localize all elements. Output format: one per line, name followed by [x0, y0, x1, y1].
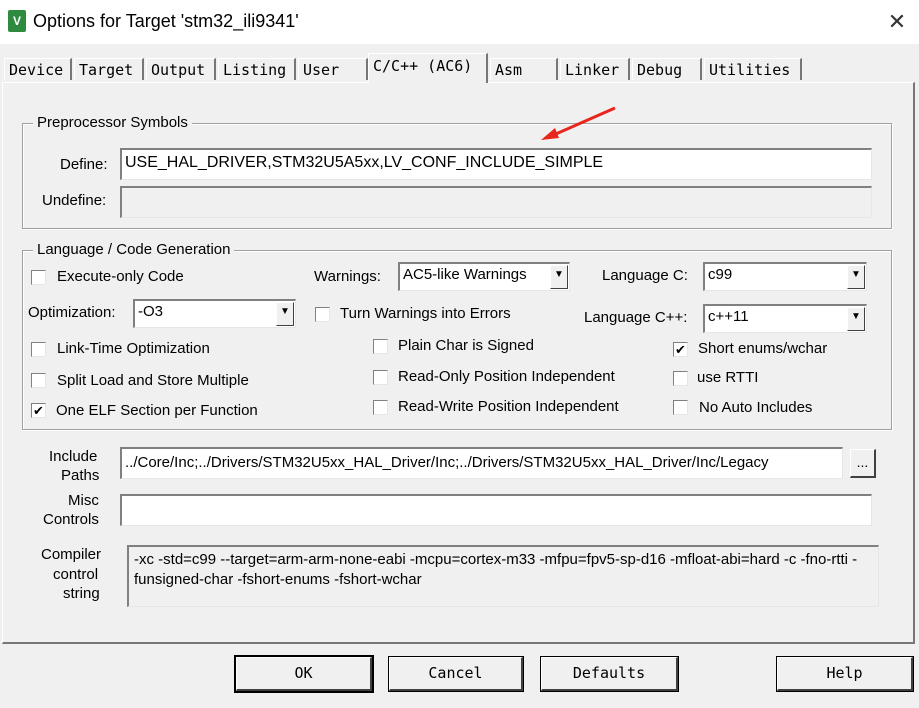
warnings-value: AC5-like Warnings — [403, 266, 527, 283]
tab-linker[interactable]: Linker — [560, 58, 630, 80]
controls-label: Controls — [43, 511, 99, 528]
undefine-input[interactable] — [120, 186, 872, 218]
include-paths-input[interactable]: ../Core/Inc;../Drivers/STM32U5xx_HAL_Dri… — [120, 447, 843, 479]
rw-pi-checkbox[interactable] — [373, 400, 388, 415]
one-elf-checkbox[interactable]: ✔ — [31, 403, 46, 418]
no-auto-includes-checkbox[interactable] — [673, 400, 688, 415]
cancel-button[interactable]: Cancel — [388, 656, 524, 692]
tab-asm[interactable]: Asm — [490, 58, 558, 80]
no-auto-includes-label: No Auto Includes — [699, 399, 813, 416]
browse-button[interactable]: ... — [850, 449, 876, 478]
annotation-arrow — [541, 106, 616, 140]
title-bar: V Options for Target 'stm32_ili9341' ✕ — [0, 0, 919, 44]
tab-user[interactable]: User — [298, 58, 368, 80]
window-title: Options for Target 'stm32_ili9341' — [33, 11, 299, 31]
language-cpp-label: Language C++: — [584, 309, 688, 326]
execute-only-label: Execute-only Code — [57, 268, 184, 285]
tab-listing[interactable]: Listing — [218, 58, 296, 80]
tab-debug[interactable]: Debug — [632, 58, 702, 80]
language-c-value: c99 — [708, 266, 733, 283]
optimization-value: -O3 — [138, 303, 164, 320]
misc-controls-input[interactable] — [120, 494, 872, 526]
language-cpp-select[interactable]: c++11 ▼ — [703, 304, 867, 333]
compiler-label: Compiler — [41, 546, 102, 563]
compiler-control-string: -xc -std=c99 --target=arm-arm-none-eabi … — [127, 545, 879, 607]
language-c-select[interactable]: c99 ▼ — [703, 262, 867, 291]
tab-device[interactable]: Device — [4, 58, 72, 80]
tab-utilities[interactable]: Utilities — [704, 58, 802, 80]
close-icon[interactable]: ✕ — [880, 6, 914, 38]
chevron-down-icon: ▼ — [847, 265, 865, 289]
chevron-down-icon: ▼ — [550, 265, 568, 289]
optimization-select[interactable]: -O3 ▼ — [133, 299, 296, 328]
include-label: Include — [49, 448, 98, 465]
tab-target[interactable]: Target — [74, 58, 144, 80]
ro-pi-checkbox[interactable] — [373, 370, 388, 385]
use-rtti-label: use RTTI — [697, 369, 759, 386]
link-time-checkbox[interactable] — [31, 342, 46, 357]
one-elf-label: One ELF Section per Function — [56, 402, 258, 419]
ok-button[interactable]: OK — [234, 655, 374, 693]
optimization-label: Optimization: — [28, 304, 116, 321]
warnings-select[interactable]: AC5-like Warnings ▼ — [398, 262, 570, 291]
split-load-label: Split Load and Store Multiple — [57, 372, 249, 389]
plain-char-checkbox[interactable] — [373, 339, 388, 354]
paths-label: Paths — [61, 467, 100, 484]
help-button[interactable]: Help — [776, 656, 914, 692]
misc-label: Misc — [68, 492, 99, 509]
language-group-title: Language / Code Generation — [33, 241, 235, 258]
tab-cpp-ac6[interactable]: C/C++ (AC6) — [368, 53, 488, 83]
tab-output[interactable]: Output — [146, 58, 216, 80]
short-enums-label: Short enums/wchar — [698, 340, 828, 357]
link-time-label: Link-Time Optimization — [57, 340, 210, 357]
chevron-down-icon: ▼ — [276, 302, 294, 326]
define-label: Define: — [60, 156, 108, 173]
split-load-checkbox[interactable] — [31, 373, 46, 388]
ro-pi-label: Read-Only Position Independent — [398, 368, 615, 385]
language-cpp-value: c++11 — [708, 308, 749, 325]
plain-char-label: Plain Char is Signed — [398, 337, 534, 354]
language-c-label: Language C: — [602, 267, 688, 284]
define-input[interactable]: USE_HAL_DRIVER,STM32U5A5xx,LV_CONF_INCLU… — [120, 148, 872, 180]
defaults-button[interactable]: Defaults — [540, 656, 679, 692]
turn-warnings-label: Turn Warnings into Errors — [340, 305, 511, 322]
execute-only-checkbox[interactable] — [31, 270, 46, 285]
svg-text:V: V — [13, 14, 21, 28]
short-enums-checkbox[interactable]: ✔ — [673, 342, 688, 357]
warnings-label: Warnings: — [314, 268, 381, 285]
turn-warnings-checkbox[interactable] — [315, 307, 330, 322]
chevron-down-icon: ▼ — [847, 307, 865, 331]
use-rtti-checkbox[interactable] — [673, 371, 688, 386]
keil-app-icon: V — [8, 10, 26, 32]
tab-strip: Device Target Output Listing User C/C++ … — [0, 48, 919, 84]
rw-pi-label: Read-Write Position Independent — [398, 398, 619, 415]
undefine-label: Undefine: — [42, 192, 107, 209]
string-label: string — [63, 585, 100, 602]
control-label: control — [53, 566, 99, 583]
preprocessor-group-title: Preprocessor Symbols — [33, 114, 192, 131]
